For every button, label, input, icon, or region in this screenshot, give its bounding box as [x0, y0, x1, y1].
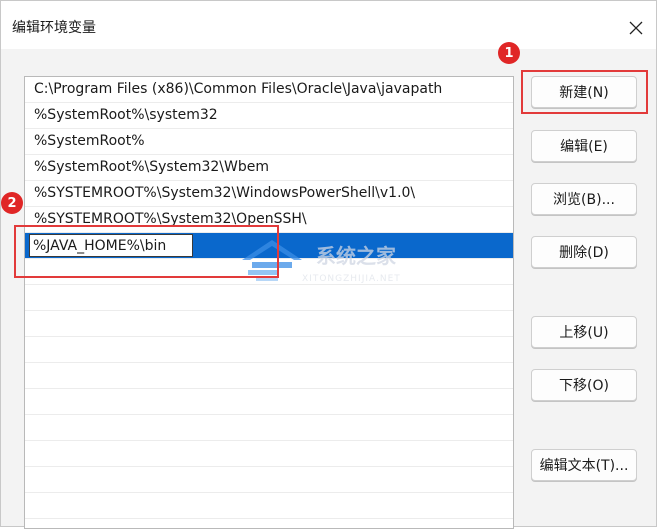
- edit-env-variable-dialog: 编辑环境变量 C:\Program Files (x86)\Common Fil…: [0, 0, 657, 529]
- list-item-empty[interactable]: [25, 441, 513, 467]
- dialog-title: 编辑环境变量: [12, 20, 96, 36]
- list-item-text: %SYSTEMROOT%\System32\WindowsPowerShell\…: [34, 185, 416, 201]
- edit-text-button[interactable]: 编辑文本(T)...: [531, 449, 637, 481]
- title-bar: 编辑环境变量: [1, 1, 656, 49]
- list-item-empty[interactable]: [25, 311, 513, 337]
- list-item-text: %SYSTEMROOT%\System32\OpenSSH\: [34, 211, 307, 227]
- list-item-empty[interactable]: [25, 259, 513, 285]
- delete-button[interactable]: 删除(D): [531, 236, 637, 268]
- annotation-badge-2: 2: [1, 192, 23, 214]
- list-item-empty[interactable]: [25, 363, 513, 389]
- list-item-empty[interactable]: [25, 285, 513, 311]
- path-edit-input[interactable]: [29, 234, 193, 257]
- list-item[interactable]: %SystemRoot%\System32\Wbem: [25, 155, 513, 181]
- list-item-text: C:\Program Files (x86)\Common Files\Orac…: [34, 81, 443, 97]
- list-item[interactable]: %SYSTEMROOT%\System32\WindowsPowerShell\…: [25, 181, 513, 207]
- list-item-text: %SystemRoot%\System32\Wbem: [34, 159, 269, 175]
- list-item-text: %SystemRoot%: [34, 133, 145, 149]
- new-button[interactable]: 新建(N): [531, 76, 637, 108]
- list-item-text: %SystemRoot%\system32: [34, 107, 218, 123]
- path-list[interactable]: C:\Program Files (x86)\Common Files\Orac…: [24, 76, 514, 529]
- list-item-empty[interactable]: [25, 467, 513, 493]
- move-up-button[interactable]: 上移(U): [531, 316, 637, 348]
- list-item-empty[interactable]: [25, 415, 513, 441]
- move-down-button[interactable]: 下移(O): [531, 369, 637, 401]
- edit-button[interactable]: 编辑(E): [531, 130, 637, 162]
- list-item[interactable]: %SYSTEMROOT%\System32\OpenSSH\: [25, 207, 513, 233]
- list-item-selected[interactable]: [25, 233, 513, 259]
- list-item[interactable]: %SystemRoot%: [25, 129, 513, 155]
- close-button[interactable]: [618, 10, 654, 46]
- list-item-empty[interactable]: [25, 389, 513, 415]
- close-icon: [629, 21, 643, 35]
- list-item[interactable]: C:\Program Files (x86)\Common Files\Orac…: [25, 77, 513, 103]
- browse-button[interactable]: 浏览(B)...: [531, 183, 637, 215]
- list-item-empty[interactable]: [25, 337, 513, 363]
- list-item[interactable]: %SystemRoot%\system32: [25, 103, 513, 129]
- list-item-empty[interactable]: [25, 493, 513, 519]
- annotation-badge-1: 1: [498, 42, 520, 64]
